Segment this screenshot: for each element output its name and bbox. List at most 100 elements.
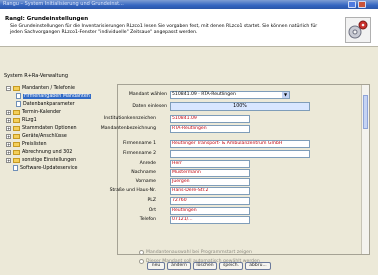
page-title: Rangl: Grundeinstellungen [5, 16, 89, 22]
folder-icon [13, 133, 20, 139]
field-label: Institutionkennzeichen [103, 116, 156, 121]
document-icon [13, 165, 18, 171]
folder-icon [13, 141, 20, 147]
form-row: PLZ 72760 [118, 197, 358, 205]
mandant-select-value: 510841.09 · RTA-Reutlingen [172, 92, 236, 97]
field-label: PLZ [147, 198, 156, 203]
tree-item[interactable]: + Geräte/Anschlüsse [6, 132, 67, 140]
tree-item[interactable]: Firmenangaben Mandanten [16, 92, 91, 100]
form-row: Nachname Mustermann [118, 169, 358, 177]
field-label: Nachname [131, 170, 156, 175]
progress-label: Daten einlesen [132, 104, 167, 109]
action-button[interactable]: speich. [219, 262, 243, 270]
field-label: Vorname [135, 179, 156, 184]
action-button[interactable]: abbru... [245, 262, 271, 270]
close-button[interactable] [358, 1, 366, 8]
tree-item-label: RLzg1 [22, 117, 37, 123]
settings-tree: System R+Ra-Verwaltung − Mandanten / Tele… [4, 73, 116, 271]
field-input[interactable]: Reutlinger Transport- & Ambulanzentrum G… [170, 140, 310, 148]
tree-item[interactable]: + Termin-Kalender [6, 108, 61, 116]
form-row: Vorname Juergen [118, 178, 358, 186]
expand-icon[interactable]: + [6, 125, 11, 131]
field-input[interactable]: 07121/... [170, 216, 250, 224]
field-input[interactable]: Hans-Dere-Str.2 [170, 187, 250, 195]
form-scrollbar[interactable] [361, 85, 369, 254]
form-row: Mandantenbezeichnung RTA-Reutlingen [101, 125, 358, 133]
action-button[interactable]: neu [147, 262, 165, 270]
expand-icon[interactable]: + [6, 141, 11, 147]
tree-item[interactable]: + Preislisten [6, 140, 47, 148]
tree-item-label: Firmenangaben Mandanten [23, 93, 91, 99]
tree-item[interactable]: + Abrechnung und 302 [6, 148, 72, 156]
field-label: Telefon [139, 217, 156, 222]
tree-item-label: Stammdaten Optionen [22, 125, 77, 131]
expand-icon[interactable]: + [6, 133, 11, 139]
radio-indicator[interactable] [139, 250, 144, 255]
expand-icon[interactable]: + [6, 109, 11, 115]
form-row: Ort Reutlingen [118, 207, 358, 215]
form-row: Straße und Haus-Nr. Hans-Dere-Str.2 [110, 187, 358, 195]
tree-item[interactable]: + Stammdaten Optionen [6, 124, 77, 132]
chevron-down-icon[interactable]: ▼ [282, 92, 289, 98]
field-label: Firmenname 2 [122, 151, 156, 156]
window-title: Rangu – System Initialisierung und Grund… [3, 1, 124, 7]
folder-icon [13, 117, 20, 123]
load-progress-bar: 100% [170, 102, 310, 111]
action-button[interactable]: ändern [167, 262, 191, 270]
form-row: Institutionkennzeichen 510841.09 [104, 115, 358, 123]
radio-show-on-start[interactable]: Mandantenauswahl bei Programmstart zeige… [139, 250, 252, 255]
tree-item[interactable]: − Mandanten / Telefonie [6, 84, 75, 92]
field-input[interactable]: 72760 [170, 197, 250, 205]
tree-item-label: Preislisten [22, 141, 47, 147]
tree-item-label: Geräte/Anschlüsse [22, 133, 67, 139]
document-icon [16, 93, 21, 99]
document-icon [16, 101, 21, 107]
folder-icon [13, 149, 20, 155]
field-input[interactable]: 510841.09 [170, 115, 250, 123]
expand-icon[interactable]: + [6, 157, 11, 163]
form-row: Firmenname 2 [118, 150, 358, 158]
page-description: Sie Grundeinstellungen für die Inventari… [10, 24, 318, 35]
field-label: Mandantenbezeichnung [100, 126, 156, 131]
field-input[interactable]: Reutlingen [170, 207, 250, 215]
folder-icon [13, 125, 20, 131]
field-input[interactable]: Juergen [170, 178, 250, 186]
field-label: Ort [148, 208, 156, 213]
tree-item-label: Mandanten / Telefonie [22, 85, 75, 91]
mandant-select[interactable]: 510841.09 · RTA-Reutlingen ▼ [170, 91, 290, 99]
form-row: Firmenname 1 Reutlinger Transport- & Ambu… [118, 140, 358, 148]
tree-item[interactable]: Software-Updateservice [6, 164, 77, 172]
tree-item-label: sonstige Einstellungen [22, 157, 77, 163]
gears-icon [345, 17, 371, 43]
field-input[interactable]: Mustermann [170, 169, 250, 177]
tree-item[interactable]: Datenbankparameter [16, 100, 75, 108]
minimize-button[interactable] [348, 1, 356, 8]
expand-icon[interactable]: + [6, 117, 11, 123]
field-input[interactable]: RTA-Reutlingen [170, 125, 250, 133]
field-label: Straße und Haus-Nr. [109, 188, 156, 193]
folder-icon [13, 85, 20, 91]
tree-item-label: Datenbankparameter [23, 101, 75, 107]
field-input[interactable]: Herr [170, 160, 250, 168]
window-titlebar: Rangu – System Initialisierung und Grund… [0, 0, 378, 9]
field-label: Firmenname 1 [122, 141, 156, 146]
collapse-icon[interactable]: − [6, 85, 11, 91]
progress-value: 100% [233, 104, 247, 109]
tree-item[interactable]: + sonstige Einstellungen [6, 156, 76, 164]
expand-icon[interactable]: + [6, 149, 11, 155]
scrollbar-thumb[interactable] [363, 95, 368, 129]
folder-icon [13, 157, 20, 163]
form-row: Anrede Herr [118, 160, 358, 168]
radio-indicator[interactable] [139, 259, 144, 264]
action-button[interactable]: löschen [193, 262, 217, 270]
header-panel: Rangl: Grundeinstellungen Sie Grundeinst… [0, 9, 378, 47]
field-input[interactable] [170, 150, 310, 158]
field-label: Anrede [139, 161, 156, 166]
tree-item-label: Abrechnung und 302 [22, 149, 73, 155]
tree-root-label: System R+Ra-Verwaltung [4, 73, 69, 79]
tree-item[interactable]: + RLzg1 [6, 116, 37, 124]
tree-item-label: Software-Updateservice [20, 165, 78, 171]
mandant-label: Mandant wählen [128, 92, 167, 97]
tree-item-label: Termin-Kalender [22, 109, 62, 115]
mandant-form-panel: Mandant wählen 510841.09 · RTA-Reutlinge… [101, 84, 370, 255]
